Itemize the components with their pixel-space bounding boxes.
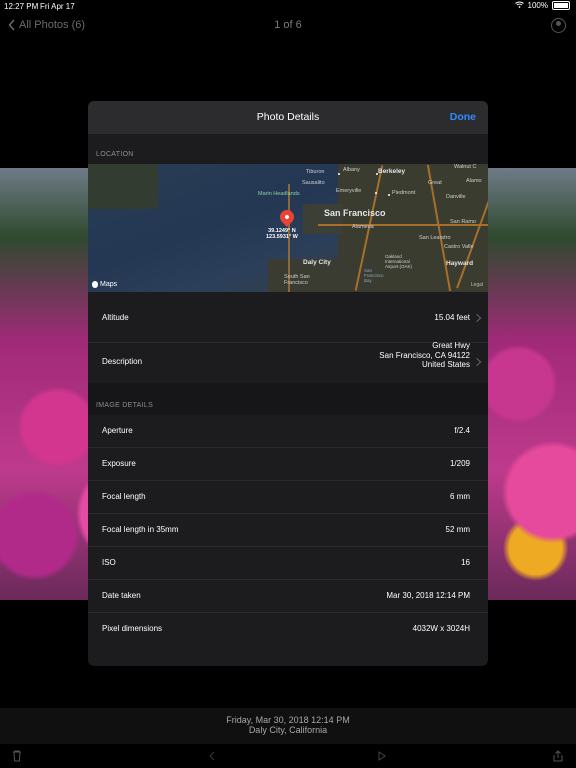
- detail-row-exposure: Exposure 1/209: [88, 448, 488, 481]
- user-icon[interactable]: [551, 18, 566, 33]
- address-line-3: United States: [421, 360, 470, 369]
- map-label-walnut: Walnut C: [454, 164, 477, 170]
- detail-key: Focal length in 35mm: [102, 525, 179, 534]
- maps-brand: Maps: [92, 281, 117, 288]
- map-label-berkeley: Berkeley: [378, 168, 406, 175]
- location-map[interactable]: Tiburon Albany Berkeley Walnut C Sausali…: [88, 164, 488, 292]
- wifi-icon: [514, 1, 524, 10]
- map-label-marin: Marin Headlands: [258, 191, 300, 197]
- status-time: 12:27 PM: [4, 2, 39, 11]
- location-section-header: LOCATION: [88, 134, 488, 164]
- detail-key: Focal length: [102, 492, 146, 501]
- legal-link[interactable]: Legal: [471, 282, 483, 288]
- photo-date: Friday, Mar 30, 2018 12:14 PM: [226, 715, 350, 725]
- map-dot: [375, 192, 377, 194]
- apple-icon: [92, 281, 98, 288]
- map-label-piedmont: Piedmont: [392, 190, 416, 196]
- map-label-daly-city: Daly City: [303, 259, 331, 266]
- detail-row-date-taken: Date taken Mar 30, 2018 12:14 PM: [88, 580, 488, 613]
- map-label-sausalito: Sausalito: [302, 180, 325, 186]
- image-details-list: Aperture f/2.4 Exposure 1/209 Focal leng…: [88, 415, 488, 645]
- altitude-value: 15.04 feet: [434, 313, 470, 322]
- map-label-hayward: Hayward: [446, 260, 474, 267]
- detail-value: f/2.4: [454, 426, 470, 435]
- detail-value: 4032W x 3024H: [412, 624, 470, 633]
- status-date: Fri Apr 17: [40, 2, 75, 11]
- map-dot: [338, 173, 340, 175]
- detail-row-focal-length: Focal length 6 mm: [88, 481, 488, 514]
- nav-title: 1 of 6: [274, 19, 302, 31]
- detail-key: Aperture: [102, 426, 133, 435]
- description-row[interactable]: Description Great Hwy San Francisco, CA …: [88, 341, 488, 383]
- map-label-south-sf: South San Francisco: [284, 274, 310, 286]
- image-details-header-label: IMAGE DETAILS: [96, 402, 154, 409]
- map-label-albany: Albany: [343, 167, 360, 173]
- detail-row-aperture: Aperture f/2.4: [88, 415, 488, 448]
- map-label-great: Great: [428, 180, 442, 186]
- detail-value: Mar 30, 2018 12:14 PM: [386, 591, 470, 600]
- detail-key: ISO: [102, 558, 116, 567]
- status-bar: 12:27 PM Fri Apr 17 100%: [0, 0, 576, 12]
- photo-info-bar: Friday, Mar 30, 2018 12:14 PM Daly City,…: [0, 708, 576, 744]
- detail-row-focal-length-35mm: Focal length in 35mm 52 mm: [88, 514, 488, 547]
- status-right: 100%: [514, 1, 570, 10]
- battery-icon: [552, 1, 570, 10]
- location-header-label: LOCATION: [96, 151, 134, 158]
- description-value: Great Hwy San Francisco, CA 94122 United…: [379, 341, 470, 370]
- map-label-san-ramon: San Ramo: [450, 219, 476, 225]
- map-label-tiburon: Tiburon: [306, 169, 325, 175]
- nav-bar: All Photos (6) 1 of 6: [0, 12, 576, 40]
- detail-value: 6 mm: [450, 492, 470, 501]
- done-button[interactable]: Done: [450, 111, 476, 123]
- image-details-section-header: IMAGE DETAILS: [88, 383, 488, 415]
- map-label-alameda: Alameda: [352, 224, 374, 230]
- share-icon[interactable]: [553, 750, 563, 762]
- detail-value: 52 mm: [445, 525, 470, 534]
- map-land: [88, 164, 158, 209]
- map-label-danville: Danville: [446, 194, 466, 200]
- detail-value: 1/209: [449, 459, 470, 468]
- map-label-oakland-airport: Oakland International Airport (OAK): [385, 254, 413, 269]
- detail-key: Exposure: [102, 459, 136, 468]
- detail-value: 16: [461, 558, 470, 567]
- maps-brand-label: Maps: [100, 281, 118, 288]
- altitude-label: Altitude: [102, 313, 129, 322]
- bottom-toolbar: [0, 744, 576, 768]
- map-dot: [376, 173, 378, 175]
- modal-title: Photo Details: [256, 111, 320, 123]
- trash-icon[interactable]: [12, 750, 22, 762]
- photo-place: Daly City, California: [248, 725, 328, 735]
- pin-coordinates: 39.1249° N 123.5931° W: [266, 228, 298, 240]
- detail-row-iso: ISO 16: [88, 547, 488, 580]
- modal-header: Photo Details Done: [88, 101, 488, 134]
- previous-icon[interactable]: [207, 750, 217, 762]
- altitude-row[interactable]: Altitude 15.04 feet: [88, 292, 488, 343]
- map-label-castro-valley: Castro Valle: [444, 244, 474, 250]
- map-label-san-leandro: San Leandro: [419, 235, 451, 241]
- chevron-right-icon: [472, 357, 482, 367]
- address-line-1: Great Hwy: [432, 341, 470, 350]
- detail-row-pixel-dimensions: Pixel dimensions 4032W x 3024H: [88, 613, 488, 645]
- photo-details-modal: Photo Details Done LOCATION Tiburon Alba…: [88, 101, 488, 666]
- map-label-san-francisco: San Francisco: [324, 208, 386, 218]
- address-line-2: San Francisco, CA 94122: [379, 350, 470, 360]
- map-label-emeryville: Emeryville: [336, 188, 362, 194]
- chevron-right-icon: [472, 313, 482, 323]
- location-pin-icon: [277, 207, 297, 227]
- battery-percent: 100%: [527, 1, 548, 10]
- play-icon[interactable]: [377, 750, 387, 762]
- map-label-sf-bay: San Francisco Bay: [364, 268, 384, 283]
- map-dot: [388, 194, 390, 196]
- detail-key: Date taken: [102, 591, 141, 600]
- coord-lon: 123.5931° W: [266, 234, 298, 240]
- detail-key: Pixel dimensions: [102, 624, 163, 633]
- map-label-alamo: Alamo: [466, 178, 482, 184]
- description-label: Description: [102, 357, 143, 366]
